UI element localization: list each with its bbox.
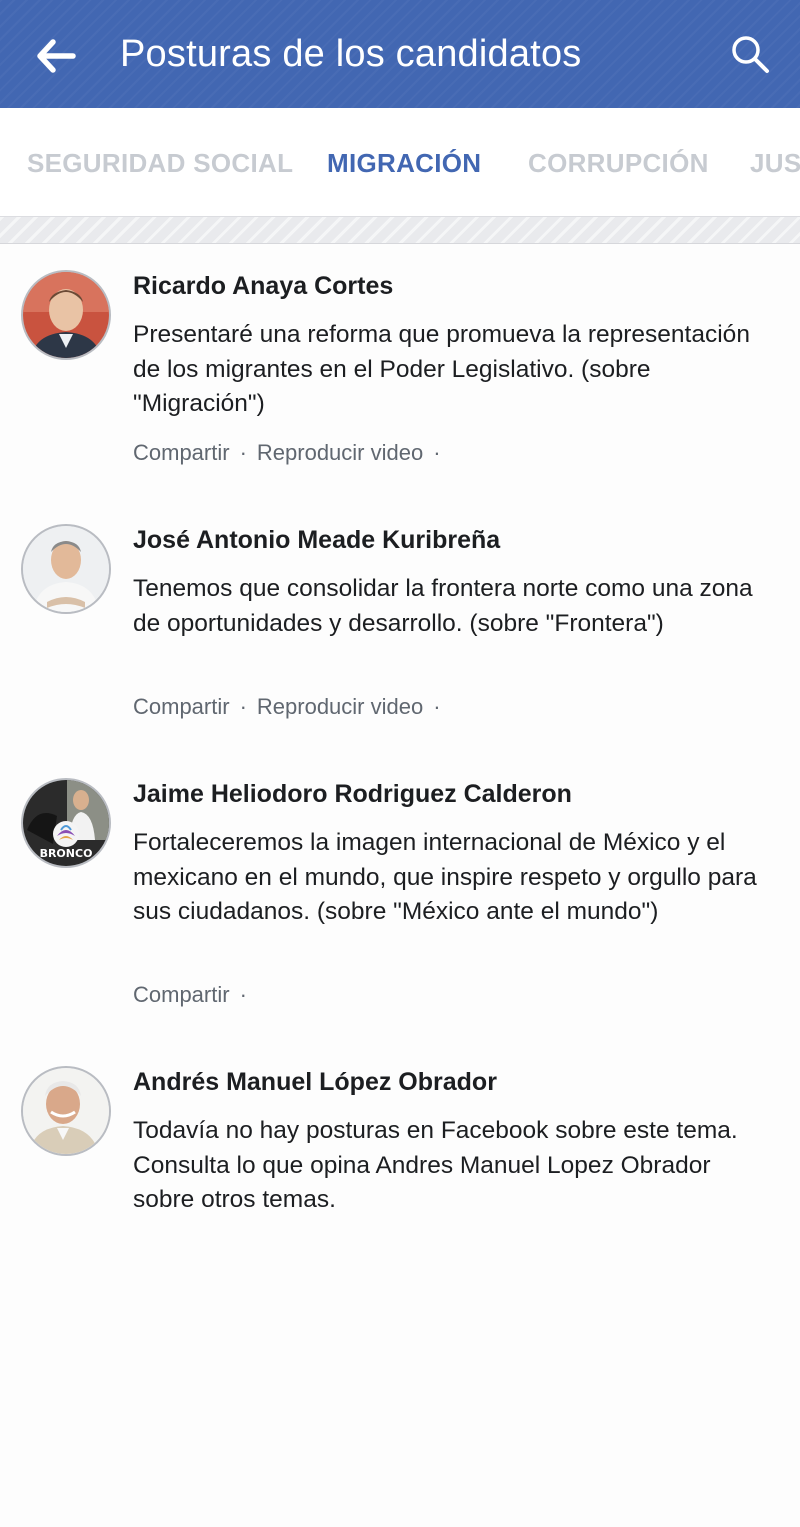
avatar[interactable] xyxy=(21,1066,111,1156)
topic-tabs: SEGURIDAD SOCIAL MIGRACIÓN CORRUPCIÓN JU… xyxy=(0,108,800,216)
play-video-link[interactable]: Reproducir video xyxy=(257,694,423,719)
post-text: Tenemos que consolidar la frontera norte… xyxy=(133,575,753,637)
candidate-name[interactable]: Jaime Heliodoro Rodriguez Calderon xyxy=(133,780,572,809)
share-link[interactable]: Compartir xyxy=(133,694,230,719)
search-button[interactable] xyxy=(728,32,772,76)
post-actions: Compartir · xyxy=(133,982,257,1008)
app-header: Posturas de los candidatos xyxy=(0,0,800,108)
tab-justicia[interactable]: JUS xyxy=(750,108,800,216)
separator-dot: · xyxy=(433,694,441,719)
page-title: Posturas de los candidatos xyxy=(120,33,582,75)
avatar-badge: BRONCO xyxy=(39,847,93,860)
share-link[interactable]: Compartir xyxy=(133,440,230,465)
avatar[interactable] xyxy=(21,524,111,614)
back-button[interactable] xyxy=(34,34,78,78)
post-text: Todavía no hay posturas en Facebook sobr… xyxy=(133,1117,738,1213)
candidate-photo xyxy=(23,272,109,358)
candidate-photo xyxy=(23,526,109,612)
share-link[interactable]: Compartir xyxy=(133,982,230,1007)
post-actions: Compartir · Reproducir video · xyxy=(133,694,451,720)
arrow-left-icon xyxy=(37,39,76,73)
candidate-name[interactable]: Andrés Manuel López Obrador xyxy=(133,1068,497,1097)
separator-dot: · xyxy=(239,694,247,719)
section-divider xyxy=(0,216,800,244)
avatar[interactable] xyxy=(21,270,111,360)
separator-dot: · xyxy=(433,440,441,465)
play-video-link[interactable]: Reproducir video xyxy=(257,440,423,465)
separator-dot: · xyxy=(239,440,247,465)
candidate-name[interactable]: José Antonio Meade Kuribreña xyxy=(133,526,500,555)
tab-seguridad-social[interactable]: SEGURIDAD SOCIAL xyxy=(27,108,293,216)
search-icon xyxy=(732,36,769,73)
candidate-photo xyxy=(23,1068,109,1154)
avatar[interactable]: BRONCO xyxy=(21,778,111,868)
post-text: Presentaré una reforma que promueva la r… xyxy=(133,321,750,417)
separator-dot: · xyxy=(239,982,247,1007)
tab-migracion[interactable]: MIGRACIÓN xyxy=(327,108,481,216)
post-actions: Compartir · Reproducir video · xyxy=(133,440,451,466)
post-text: Fortaleceremos la imagen internacional d… xyxy=(133,829,757,925)
candidate-name[interactable]: Ricardo Anaya Cortes xyxy=(133,272,393,301)
tab-corrupcion[interactable]: CORRUPCIÓN xyxy=(528,108,709,216)
